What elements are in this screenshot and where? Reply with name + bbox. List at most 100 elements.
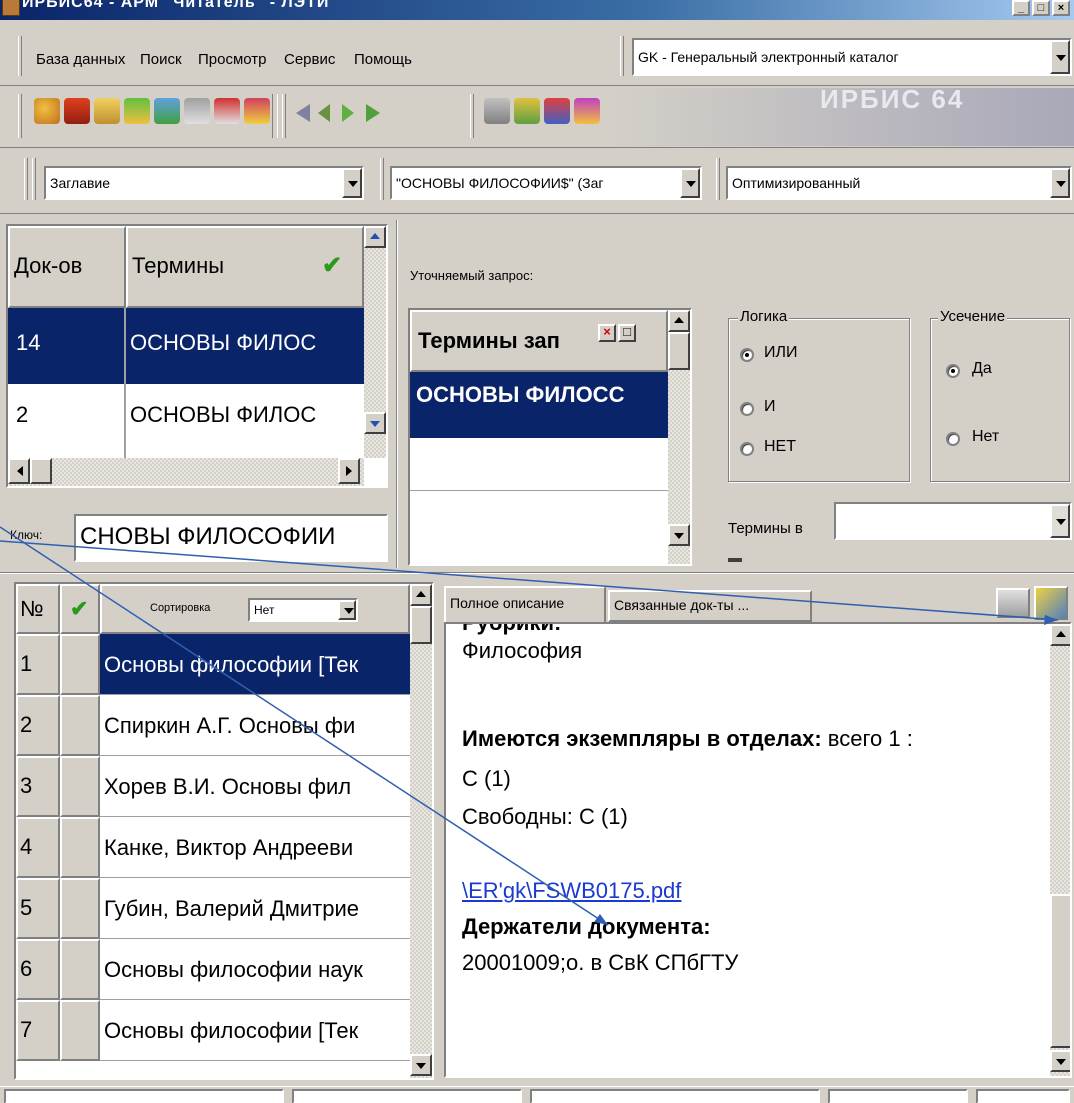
chevron-down-icon[interactable]: [338, 600, 356, 620]
basket-icon[interactable]: [64, 98, 90, 124]
checkbox-partial[interactable]: [728, 558, 742, 562]
logic-or-radio[interactable]: [740, 348, 754, 362]
last-icon[interactable]: [366, 104, 380, 122]
scroll-down-icon[interactable]: [364, 412, 386, 434]
number-column-header[interactable]: №: [16, 584, 60, 634]
truncation-no-label[interactable]: Нет: [972, 428, 999, 446]
term-row[interactable]: 14 ОСНОВЫ ФИЛОС: [8, 308, 364, 384]
refine-row[interactable]: ОСНОВЫ ФИЛОСС: [410, 372, 668, 438]
export-icon[interactable]: [514, 98, 540, 124]
row-number[interactable]: 2: [16, 695, 60, 756]
terms-hscroll[interactable]: [8, 458, 364, 486]
first-icon[interactable]: [296, 104, 310, 122]
next-icon[interactable]: [342, 104, 354, 122]
table-row[interactable]: Спиркин А.Г. Основы фи: [100, 695, 410, 756]
chevron-down-icon[interactable]: [680, 168, 700, 198]
row-mark-cell[interactable]: [60, 1000, 100, 1061]
sort-select[interactable]: Нет: [248, 598, 358, 622]
row-mark-cell[interactable]: [60, 817, 100, 878]
scroll-thumb[interactable]: [1050, 894, 1070, 1048]
attachment-icon[interactable]: [1034, 586, 1068, 620]
tools-grip[interactable]: [470, 94, 474, 138]
catalog-select[interactable]: GK - Генеральный электронный каталог: [632, 38, 1072, 76]
menu-grip[interactable]: [18, 36, 22, 76]
row-mark-cell[interactable]: [60, 939, 100, 1000]
panel-splitter[interactable]: [396, 220, 398, 568]
search-grip[interactable]: [24, 158, 28, 200]
menu-service[interactable]: Сервис: [284, 51, 335, 68]
row-number[interactable]: 5: [16, 878, 60, 939]
cart-icon[interactable]: [996, 588, 1030, 618]
order-icon[interactable]: [544, 98, 570, 124]
row-mark-cell[interactable]: [60, 878, 100, 939]
truncation-no-radio[interactable]: [946, 432, 960, 446]
table-row[interactable]: Канке, Виктор Андрееви: [100, 817, 410, 878]
scroll-thumb[interactable]: [410, 606, 432, 644]
scroll-up-icon[interactable]: [410, 584, 432, 606]
catalog-grip[interactable]: [620, 36, 624, 76]
prev-icon[interactable]: [318, 104, 330, 122]
terms-column-header[interactable]: Термины ✔: [126, 226, 364, 308]
tree-icon[interactable]: [184, 98, 210, 124]
scroll-thumb[interactable]: [668, 332, 690, 370]
logic-or-label[interactable]: ИЛИ: [764, 344, 798, 362]
tab-full-description[interactable]: Полное описание: [444, 586, 606, 622]
key-input[interactable]: СНОВЫ ФИЛОСОФИИ: [74, 514, 388, 562]
chevron-down-icon[interactable]: [342, 168, 362, 198]
pdf-link[interactable]: \ER'gk\FSWB0175.pdf: [462, 878, 681, 904]
menu-view[interactable]: Просмотр: [198, 51, 267, 68]
term-row[interactable]: 2 ОСНОВЫ ФИЛОС: [8, 384, 364, 460]
row-mark-cell[interactable]: [60, 695, 100, 756]
row-number[interactable]: 6: [16, 939, 60, 1000]
logic-not-radio[interactable]: [740, 442, 754, 456]
folder-icon[interactable]: [94, 98, 120, 124]
scroll-left-icon[interactable]: [8, 458, 30, 484]
horizontal-splitter[interactable]: [0, 572, 1074, 574]
print-icon[interactable]: [484, 98, 510, 124]
row-mark-cell[interactable]: [60, 634, 100, 695]
row-number[interactable]: 7: [16, 1000, 60, 1061]
exchange-icon[interactable]: [124, 98, 150, 124]
term-select[interactable]: "ОСНОВЫ ФИЛОСОФИИ$" (Заг: [390, 166, 702, 200]
scroll-right-icon[interactable]: [338, 458, 360, 484]
row-number[interactable]: 1: [16, 634, 60, 695]
truncation-yes-label[interactable]: Да: [972, 360, 992, 378]
scroll-down-icon[interactable]: [668, 524, 690, 546]
description-vscroll[interactable]: [1050, 624, 1070, 1076]
row-number[interactable]: 3: [16, 756, 60, 817]
logic-and-label[interactable]: И: [764, 398, 776, 416]
logic-and-radio[interactable]: [740, 402, 754, 416]
docs-column-header[interactable]: Док-ов: [8, 226, 126, 308]
table-row[interactable]: Хорев В.И. Основы фил: [100, 756, 410, 817]
scroll-up-icon[interactable]: [668, 310, 690, 332]
menu-search[interactable]: Поиск: [140, 51, 182, 68]
row-mark-cell[interactable]: [60, 756, 100, 817]
toolbar-grip[interactable]: [18, 94, 22, 138]
settings-icon[interactable]: [574, 98, 600, 124]
table-row[interactable]: Губин, Валерий Дмитрие: [100, 878, 410, 939]
minimize-button[interactable]: _: [1012, 0, 1030, 16]
tab-linked-docs[interactable]: Связанные док-ты ...: [608, 590, 812, 622]
menu-help[interactable]: Помощь: [354, 51, 412, 68]
chevron-down-icon[interactable]: [1050, 168, 1070, 198]
scroll-up-icon[interactable]: [1050, 624, 1070, 646]
users-icon[interactable]: [34, 98, 60, 124]
terms-in-select[interactable]: [834, 502, 1072, 540]
documents-vscroll[interactable]: [410, 584, 432, 1078]
logic-not-label[interactable]: НЕТ: [764, 438, 796, 456]
restore-icon[interactable]: □: [618, 324, 636, 342]
field-select[interactable]: Заглавие: [44, 166, 364, 200]
report-icon[interactable]: [214, 98, 240, 124]
chevron-down-icon[interactable]: [1050, 504, 1070, 538]
refine-vscroll[interactable]: [668, 310, 690, 564]
row-number[interactable]: 4: [16, 817, 60, 878]
menu-database[interactable]: База данных: [36, 51, 125, 68]
scroll-up-icon[interactable]: [364, 226, 386, 248]
mark-column-header[interactable]: ✔: [60, 584, 100, 634]
table-row[interactable]: Основы философии [Тек: [100, 1000, 410, 1061]
table-row[interactable]: Основы философии [Тек: [100, 634, 410, 695]
book-icon[interactable]: [244, 98, 270, 124]
truncation-yes-radio[interactable]: [946, 364, 960, 378]
mode-grip[interactable]: [716, 158, 720, 200]
search-grip-2[interactable]: [32, 158, 36, 200]
